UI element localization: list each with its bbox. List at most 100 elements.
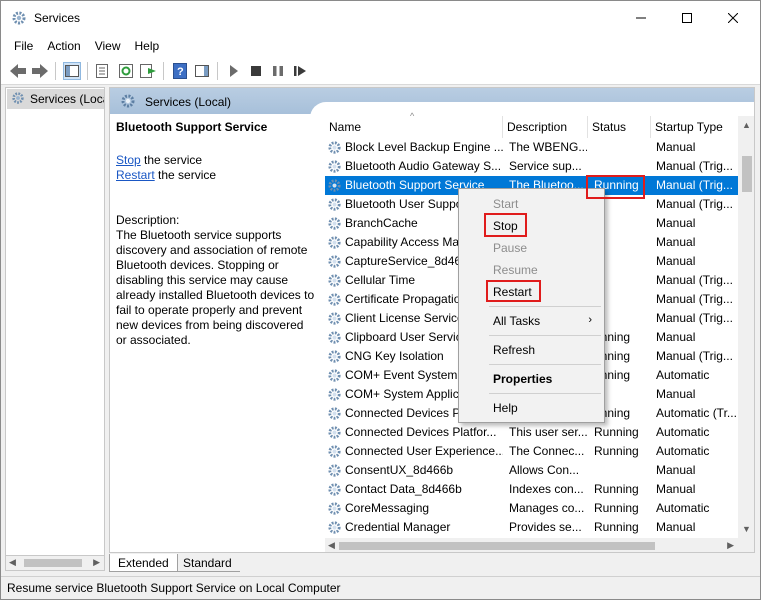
forward-arrow-icon[interactable] bbox=[31, 62, 49, 80]
service-startup-cell: Automatic (Tr... bbox=[656, 406, 737, 420]
column-header-startup-type[interactable]: Startup Type bbox=[651, 116, 739, 138]
services-gear-icon bbox=[11, 91, 25, 108]
context-menu-help[interactable]: Help bbox=[461, 398, 602, 418]
table-row[interactable]: Credential Manager Provides se... Running M… bbox=[325, 518, 738, 537]
service-startup-cell: Manual bbox=[656, 463, 696, 477]
service-startup-cell: Manual bbox=[656, 254, 696, 268]
table-row[interactable]: ConsentUX_8d466b Allows Con... Manual bbox=[325, 461, 738, 480]
service-status-cell: Running bbox=[594, 501, 639, 515]
column-header-name[interactable]: ^ Name bbox=[325, 111, 503, 138]
context-menu-properties[interactable]: Properties bbox=[461, 369, 602, 389]
close-button[interactable] bbox=[710, 1, 756, 35]
service-startup-cell: Manual (Trig... bbox=[656, 349, 733, 363]
tab-extended[interactable]: Extended bbox=[109, 554, 178, 572]
context-menu-separator bbox=[489, 393, 601, 394]
context-menu-all-tasks[interactable]: All Tasks › bbox=[461, 311, 602, 331]
service-gear-icon bbox=[327, 406, 342, 424]
scroll-thumb[interactable] bbox=[24, 559, 82, 567]
table-row[interactable]: Bluetooth Audio Gateway S... Service sup.… bbox=[325, 157, 738, 176]
pause-service-icon[interactable] bbox=[269, 62, 287, 80]
service-gear-icon bbox=[327, 140, 342, 158]
start-service-icon[interactable] bbox=[225, 62, 243, 80]
export-list-icon[interactable] bbox=[139, 62, 157, 80]
show-hide-tree-icon[interactable] bbox=[63, 62, 81, 80]
show-hide-action-pane-icon[interactable] bbox=[193, 62, 211, 80]
service-startup-cell: Manual (Trig... bbox=[656, 273, 733, 287]
menu-help[interactable]: Help bbox=[128, 39, 167, 53]
stop-service-link[interactable]: Stop bbox=[116, 153, 141, 167]
status-running-highlight bbox=[586, 175, 645, 199]
scroll-up-icon[interactable]: ▲ bbox=[742, 120, 751, 130]
service-gear-icon bbox=[327, 444, 342, 462]
service-startup-cell: Manual bbox=[656, 387, 696, 401]
context-menu-pause[interactable]: Pause bbox=[461, 238, 602, 258]
service-status-cell: Running bbox=[594, 444, 639, 458]
service-name-cell: CoreMessaging bbox=[345, 501, 430, 515]
context-menu-resume[interactable]: Resume bbox=[461, 260, 602, 280]
service-startup-cell: Manual bbox=[656, 482, 696, 496]
all-tasks-label: All Tasks bbox=[493, 314, 541, 328]
service-gear-icon bbox=[327, 463, 342, 481]
toolbar-separator bbox=[163, 62, 164, 80]
service-name-cell: Contact Data_8d466b bbox=[345, 482, 462, 496]
service-gear-icon bbox=[327, 254, 342, 272]
restart-service-link[interactable]: Restart bbox=[116, 168, 155, 182]
tree-item-services-local[interactable]: Services (Local) bbox=[7, 89, 104, 109]
service-gear-icon bbox=[327, 387, 342, 405]
menu-action[interactable]: Action bbox=[40, 39, 87, 53]
scroll-left-icon[interactable]: ◀ bbox=[9, 557, 16, 568]
table-row[interactable]: Connected Devices Platfor... This user se… bbox=[325, 423, 738, 442]
menu-view[interactable]: View bbox=[88, 39, 128, 53]
context-menu-start[interactable]: Start bbox=[461, 194, 602, 214]
service-startup-cell: Manual bbox=[656, 520, 696, 534]
tree-horizontal-scrollbar[interactable]: ◀ ▶ bbox=[5, 555, 105, 571]
menu-file[interactable]: File bbox=[7, 39, 40, 53]
maximize-button[interactable] bbox=[664, 1, 710, 35]
service-startup-cell: Manual (Trig... bbox=[656, 311, 733, 325]
tree-item-label: Services (Local) bbox=[30, 92, 104, 106]
service-name-cell: Connected User Experience... bbox=[345, 444, 503, 458]
context-menu-separator bbox=[489, 335, 601, 336]
main-pane-title: Services (Local) bbox=[145, 95, 232, 109]
column-header-status[interactable]: Status bbox=[588, 116, 651, 138]
service-gear-icon bbox=[327, 178, 342, 196]
service-status-cell: Running bbox=[594, 520, 639, 534]
list-horizontal-scrollbar[interactable]: ◀ ▶ bbox=[325, 538, 738, 552]
table-row[interactable]: Block Level Backup Engine ... The WBENG..… bbox=[325, 138, 738, 157]
stop-highlight bbox=[484, 213, 527, 237]
scroll-down-icon[interactable]: ▼ bbox=[742, 524, 751, 534]
minimize-button[interactable] bbox=[618, 1, 664, 35]
scroll-left-icon[interactable]: ◀ bbox=[328, 540, 335, 551]
service-startup-cell: Manual (Trig... bbox=[656, 292, 733, 306]
console-tree: Services (Local) bbox=[5, 87, 105, 571]
stop-service-icon[interactable] bbox=[247, 62, 265, 80]
service-startup-cell: Manual (Trig... bbox=[656, 178, 733, 192]
restart-service-icon[interactable] bbox=[291, 62, 309, 80]
scroll-right-icon[interactable]: ▶ bbox=[93, 557, 100, 568]
table-row[interactable]: Contact Data_8d466b Indexes con... Running… bbox=[325, 480, 738, 499]
toolbar-separator bbox=[87, 62, 88, 80]
table-row[interactable]: Connected User Experience... The Connec..… bbox=[325, 442, 738, 461]
list-vertical-scrollbar[interactable]: ▲ ▼ bbox=[738, 116, 754, 552]
service-description-cell: The WBENG... bbox=[509, 140, 587, 154]
refresh-icon[interactable] bbox=[117, 62, 135, 80]
restart-link-suffix: the service bbox=[154, 168, 217, 182]
tab-standard[interactable]: Standard bbox=[175, 554, 240, 572]
table-row[interactable]: CoreMessaging Manages co... Running Automat… bbox=[325, 499, 738, 518]
properties-icon[interactable] bbox=[93, 62, 111, 80]
scroll-right-icon[interactable]: ▶ bbox=[727, 540, 734, 551]
context-menu-separator bbox=[489, 364, 601, 365]
help-icon[interactable]: ? bbox=[171, 62, 189, 80]
context-menu-refresh[interactable]: Refresh bbox=[461, 340, 602, 360]
scroll-thumb[interactable] bbox=[742, 156, 752, 192]
service-startup-cell: Automatic bbox=[656, 425, 710, 439]
service-gear-icon bbox=[327, 311, 342, 329]
toolbar-separator bbox=[55, 62, 56, 80]
column-header-description[interactable]: Description bbox=[503, 116, 588, 138]
title-bar: Services bbox=[1, 1, 760, 35]
service-name-cell: ConsentUX_8d466b bbox=[345, 463, 454, 477]
scroll-thumb[interactable] bbox=[339, 542, 655, 550]
back-arrow-icon[interactable] bbox=[9, 62, 27, 80]
context-menu-stop[interactable]: Stop bbox=[461, 216, 602, 236]
service-gear-icon bbox=[327, 501, 342, 519]
